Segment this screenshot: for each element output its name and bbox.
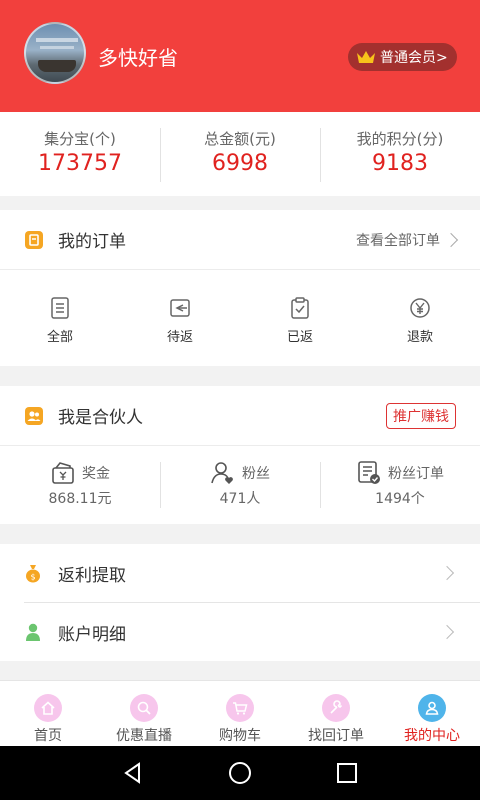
partner-group-icon [25,406,43,425]
order-status-row: 全部 待返 已返 退款 [0,270,480,366]
money-bag-icon: $ [26,565,40,583]
order-pending-button[interactable]: 待返 [120,270,240,366]
order-refund-label: 退款 [406,330,433,345]
tab-label: 购物车 [219,728,261,744]
partner-bonus-name: 奖金 [82,466,110,482]
menu-card: $ 返利提取 账户明细 [0,544,480,661]
back-icon[interactable] [120,760,146,786]
member-level-button[interactable]: 普通会员> [348,43,457,71]
view-all-orders-label: 查看全部订单 [356,232,440,249]
orders-header: 我的订单 查看全部订单 [0,210,480,270]
wrench-icon [330,700,343,714]
bonus-wallet-icon [52,462,74,484]
search-icon [137,701,151,715]
stat-label: 集分宝(个) [44,130,116,148]
avatar[interactable] [24,22,86,84]
refund-yen-icon [410,298,430,318]
chevron-right-icon [443,232,459,247]
fans-person-icon [211,462,233,484]
home-icon [41,701,55,715]
menu-item-label: 返利提取 [58,565,126,586]
tab-label: 优惠直播 [116,728,172,744]
username: 多快好省 [98,46,178,70]
order-returned-button[interactable]: 已返 [240,270,360,366]
partner-stats-row: 奖金 868.11元 粉丝 471人 粉丝订单 1494个 [0,446,480,524]
view-all-orders-link[interactable]: 查看全部订单 [356,230,459,250]
menu-item-account-details[interactable]: 账户明细 [0,603,480,661]
tab-user-center[interactable]: 我的中心 [384,681,480,746]
bottom-tab-bar: 首页 优惠直播 购物车 找回订单 我的中心 [0,680,480,746]
member-level-label: 普通会员> [380,50,448,66]
account-stats: 集分宝(个) 173757 总金额(元) 6998 我的积分(分) 9183 [0,112,480,196]
stat-points[interactable]: 我的积分(分) 9183 [320,112,480,196]
list-icon [51,297,69,319]
partner-fans-value: 471人 [219,491,261,507]
tab-live-deals[interactable]: 优惠直播 [96,681,192,746]
svg-text:$: $ [30,573,35,582]
menu-item-label: 账户明细 [58,624,126,645]
order-returned-label: 已返 [286,330,313,345]
stat-value: 9183 [372,151,428,176]
profile-header: 多快好省 普通会员> [0,0,480,112]
order-refund-button[interactable]: 退款 [360,270,480,366]
fan-orders-icon [358,461,380,484]
tab-cart[interactable]: 购物车 [192,681,288,746]
partner-title: 我是合伙人 [58,408,143,428]
orders-title: 我的订单 [58,232,126,252]
partner-header: 我是合伙人 推广赚钱 [0,386,480,446]
partner-fan-orders[interactable]: 粉丝订单 1494个 [320,446,480,524]
orders-card: 我的订单 查看全部订单 全部 待返 已返 退款 [0,210,480,366]
partner-fans[interactable]: 粉丝 471人 [160,446,320,524]
partner-bonus[interactable]: 奖金 868.11元 [0,446,160,524]
partner-card: 我是合伙人 推广赚钱 奖金 868.11元 粉丝 471人 粉丝订单 1494个 [0,386,480,524]
stat-value: 173757 [38,151,122,176]
recents-square-icon[interactable] [334,760,360,786]
chevron-right-icon [439,565,455,581]
cart-icon [233,702,248,715]
tab-home[interactable]: 首页 [0,681,96,746]
order-pending-label: 待返 [166,330,193,345]
stat-label: 总金额(元) [204,130,276,148]
tab-label: 找回订单 [308,728,364,744]
home-circle-icon[interactable] [227,760,253,786]
promote-earn-button[interactable]: 推广赚钱 [386,402,456,429]
tab-label: 首页 [34,728,62,744]
order-document-icon [25,230,43,249]
user-center-icon [425,701,439,715]
chevron-right-icon [439,624,455,640]
partner-bonus-value: 868.11元 [48,491,112,507]
returned-check-icon [291,297,309,319]
tab-label: 我的中心 [404,728,460,744]
system-navigation-bar [0,746,480,800]
menu-item-withdraw[interactable]: $ 返利提取 [0,544,480,602]
account-person-icon [26,623,40,641]
order-all-button[interactable]: 全部 [0,270,120,366]
crown-icon [357,51,375,63]
partner-fan-orders-name: 粉丝订单 [388,466,444,482]
order-all-label: 全部 [46,330,73,345]
partner-fan-orders-value: 1494个 [375,491,425,507]
partner-fans-name: 粉丝 [242,466,270,482]
stat-value: 6998 [212,151,268,176]
tab-retrieve-order[interactable]: 找回订单 [288,681,384,746]
stat-total-amount[interactable]: 总金额(元) 6998 [160,112,320,196]
stat-label: 我的积分(分) [356,130,444,148]
stat-jifenbao[interactable]: 集分宝(个) 173757 [0,112,160,196]
return-pending-icon [170,299,190,317]
